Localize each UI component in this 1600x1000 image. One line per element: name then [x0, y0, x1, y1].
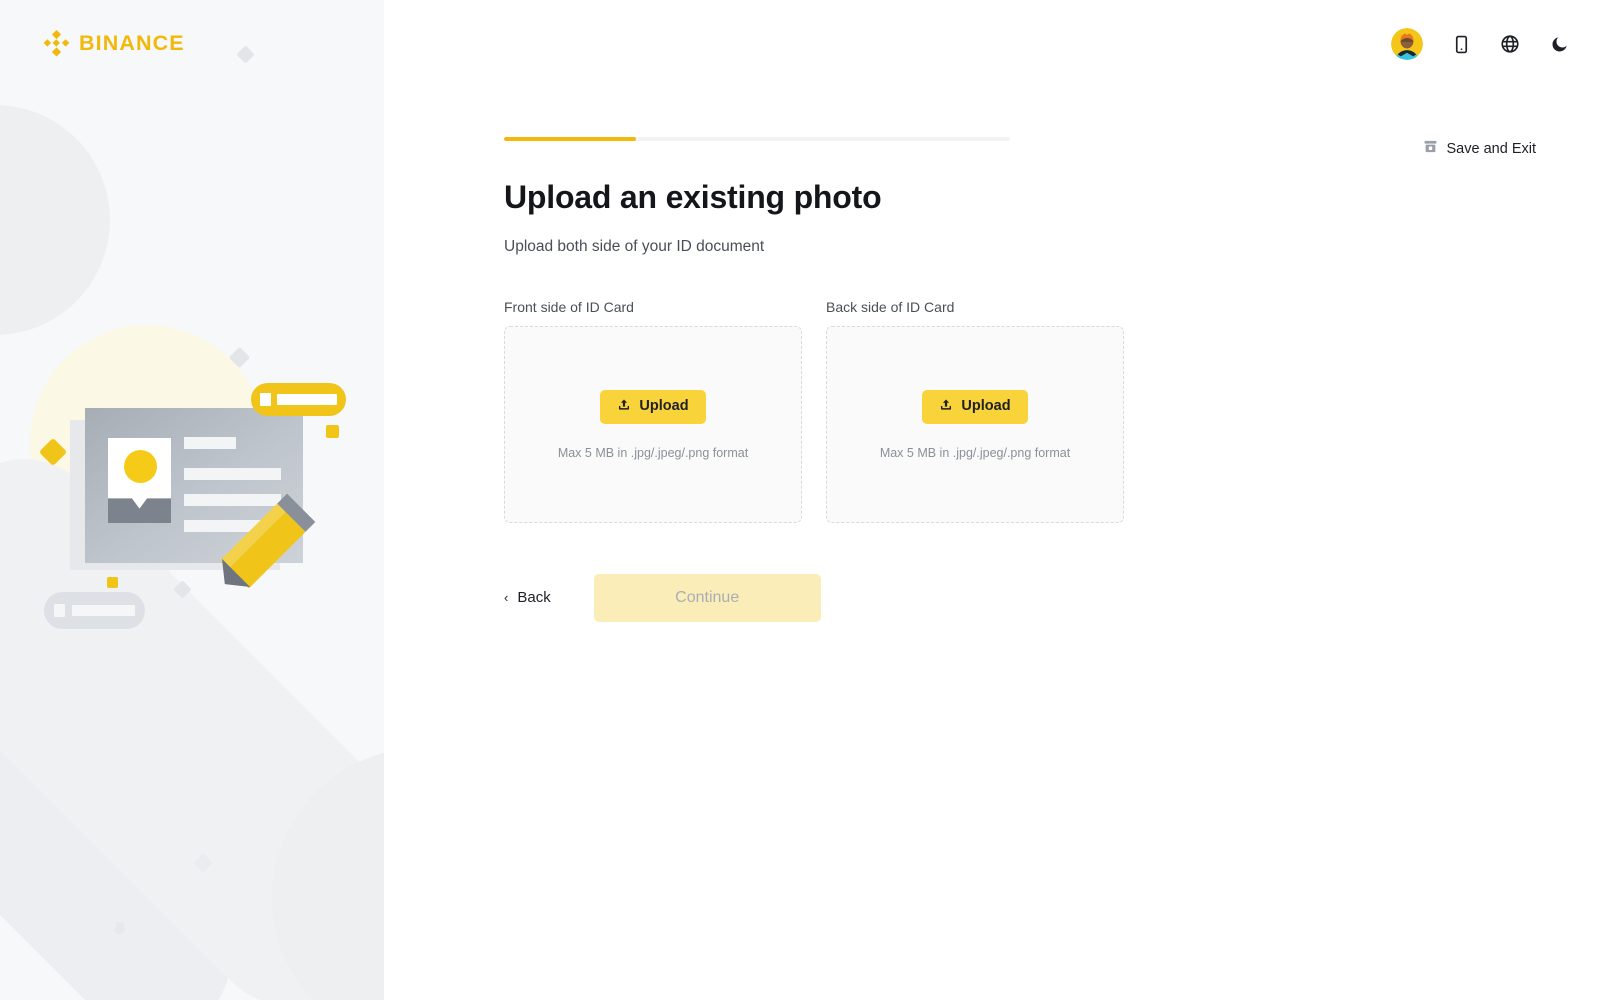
upload-step-content: Upload an existing photo Upload both sid…	[504, 137, 1264, 622]
kyc-upload-page: BINANCE Save and Exit Upload an existing…	[0, 0, 1600, 1000]
photo-body-shape	[108, 498, 171, 523]
upload-zone-front: Front side of ID Card Upload Max 5 MB in…	[504, 300, 802, 523]
upload-button-label-front: Upload	[639, 398, 689, 415]
chevron-left-icon: ‹	[504, 590, 509, 606]
upload-arrow-icon	[617, 398, 631, 416]
binance-logo[interactable]: BINANCE	[43, 30, 185, 57]
upload-arrow-glyph	[619, 399, 630, 410]
upload-button-back[interactable]: Upload	[922, 389, 1028, 424]
step-actions: ‹ Back Continue	[504, 573, 1264, 622]
moon-glyph	[1552, 36, 1567, 51]
upload-hint-back: Max 5 MB in .jpg/.jpeg/.png format	[879, 445, 1071, 460]
upload-label-front: Front side of ID Card	[504, 298, 634, 315]
upload-label-back: Back side of ID Card	[826, 298, 955, 315]
continue-button[interactable]: Continue	[593, 573, 821, 622]
upload-hint-front: Max 5 MB in .jpg/.jpeg/.png format	[557, 445, 749, 460]
save-glyph	[1424, 140, 1436, 153]
id-card-text-line	[184, 468, 281, 480]
upload-arrow-icon	[939, 398, 953, 416]
globe-glyph	[1501, 35, 1519, 53]
photo-head-shape	[124, 450, 157, 483]
page-subtitle: Upload both side of your ID document	[504, 237, 765, 255]
user-avatar[interactable]	[1391, 28, 1423, 60]
top-navigation-bar	[1391, 28, 1570, 60]
moon-dark-mode-icon[interactable]	[1548, 33, 1570, 55]
upload-zone-back: Back side of ID Card Upload Max 5 MB in …	[826, 300, 1124, 523]
back-button[interactable]: ‹ Back	[504, 590, 551, 605]
save-and-exit-button[interactable]: Save and Exit	[1423, 139, 1536, 159]
pill-square	[54, 604, 65, 617]
save-icon	[1423, 139, 1438, 159]
mobile-app-icon[interactable]	[1450, 33, 1472, 55]
page-title: Upload an existing photo	[504, 179, 882, 215]
main-content: Save and Exit Upload an existing photo U…	[384, 0, 1600, 1000]
upload-zones: Front side of ID Card Upload Max 5 MB in…	[504, 300, 1264, 523]
upload-button-label-back: Upload	[961, 398, 1011, 415]
user-avatar-icon	[1391, 28, 1423, 60]
upload-arrow-glyph	[941, 399, 952, 410]
id-card-text-line	[184, 494, 281, 506]
progress-bar	[504, 137, 1010, 141]
illustration-pill-gray	[44, 592, 145, 629]
brand-illustration-panel: BINANCE	[0, 0, 384, 1000]
id-card-photo	[108, 438, 171, 523]
save-and-exit-label: Save and Exit	[1446, 140, 1536, 157]
mobile-app-glyph	[1455, 35, 1467, 53]
illustration-pill-yellow	[251, 383, 346, 416]
pill-bar	[277, 394, 337, 405]
dropzone-front[interactable]: Upload Max 5 MB in .jpg/.jpeg/.png forma…	[504, 325, 802, 523]
upload-button-front[interactable]: Upload	[600, 389, 706, 424]
progress-bar-fill	[504, 137, 636, 141]
id-card-text-line	[184, 437, 236, 449]
pill-square	[260, 393, 271, 406]
globe-language-icon[interactable]	[1499, 33, 1521, 55]
id-card-illustration	[0, 0, 384, 1000]
binance-logo-text: BINANCE	[79, 30, 185, 55]
back-button-label: Back	[517, 589, 551, 607]
binance-diamond-logo-icon	[43, 30, 70, 57]
pill-bar	[72, 605, 135, 616]
dropzone-back[interactable]: Upload Max 5 MB in .jpg/.jpeg/.png forma…	[826, 325, 1124, 523]
